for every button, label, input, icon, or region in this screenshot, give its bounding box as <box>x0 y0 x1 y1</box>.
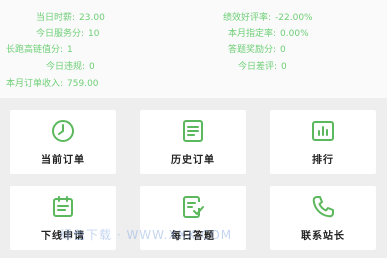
stat-value: 10 <box>88 29 100 39</box>
tile-label: 历史订单 <box>171 155 215 166</box>
tile-label: 联系站长 <box>301 231 345 242</box>
stat-today-services: 今日服务分: 10 <box>36 28 100 40</box>
order-history-button[interactable]: 历史订单 <box>140 110 246 174</box>
contact-station-master-button[interactable]: 联系站长 <box>270 186 376 250</box>
stat-value: 0 <box>89 62 95 72</box>
checklist-icon <box>180 194 206 220</box>
stat-label: 当日时薪: <box>36 13 76 23</box>
stat-label: 答题奖励分: <box>228 45 277 55</box>
stat-today-late: 今日违规: 0 <box>46 61 95 73</box>
stat-value: 0 <box>280 45 286 55</box>
stat-station-master-value: 长跑高链值分: 1 <box>6 44 73 56</box>
current-orders-button[interactable]: 当前订单 <box>10 110 116 174</box>
stat-month-order-income: 本月订单收入: 759.00 <box>6 78 99 90</box>
stat-value: 759.00 <box>67 79 99 89</box>
stat-label: 今日服务分: <box>36 29 85 39</box>
stat-label: 今日违规: <box>46 62 86 72</box>
stat-label: 今日差评: <box>238 62 278 72</box>
stat-today-duration: 当日时薪: 23.00 <box>36 12 105 24</box>
stat-value: 0.00% <box>280 29 309 39</box>
stat-label: 本月指定率: <box>228 29 277 39</box>
stat-label: 绩效好评率: <box>223 13 272 23</box>
stat-value: 0 <box>281 62 287 72</box>
tile-label: 排行 <box>312 155 334 166</box>
stat-performance-rate: 绩效好评率: -22.00% <box>223 12 313 24</box>
stat-value: 1 <box>67 45 73 55</box>
stat-month-designated-rate: 本月指定率: 0.00% <box>228 28 309 40</box>
stat-label: 本月订单收入: <box>6 79 64 89</box>
document-list-icon <box>180 118 206 144</box>
watermark: 绿色下载 · WWW.XXX.COM <box>60 228 233 242</box>
calendar-icon <box>50 194 76 220</box>
bar-chart-icon <box>310 118 336 144</box>
stat-today-bad-review: 今日差评: 0 <box>238 61 287 73</box>
ranking-button[interactable]: 排行 <box>270 110 376 174</box>
tile-label: 当前订单 <box>41 155 85 166</box>
stat-quiz-reward: 答题奖励分: 0 <box>228 44 286 56</box>
stats-panel: 当日时薪: 23.00 绩效好评率: -22.00% 今日服务分: 10 本月指定率:… <box>0 0 387 98</box>
stat-value: 23.00 <box>79 13 105 23</box>
stat-value: -22.00% <box>275 13 313 23</box>
phone-icon <box>310 194 336 220</box>
stat-label: 长跑高链值分: <box>6 45 64 55</box>
clock-icon <box>50 118 76 144</box>
